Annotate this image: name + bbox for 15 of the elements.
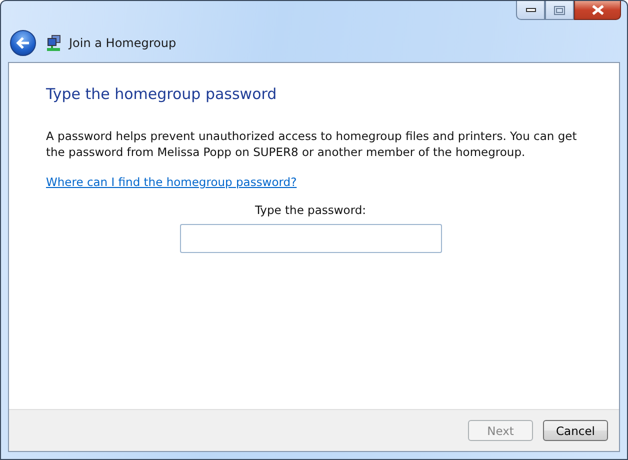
back-button[interactable] bbox=[10, 30, 36, 56]
close-icon bbox=[592, 5, 604, 15]
help-link[interactable]: Where can I find the homegroup password? bbox=[46, 175, 297, 189]
minimize-button[interactable] bbox=[516, 1, 545, 20]
password-field[interactable] bbox=[180, 224, 442, 253]
back-arrow-icon bbox=[16, 36, 30, 48]
cancel-button[interactable]: Cancel bbox=[543, 420, 608, 441]
page-heading: Type the homegroup password bbox=[46, 85, 278, 103]
window-title: Join a Homegroup bbox=[69, 36, 176, 50]
minimize-icon bbox=[526, 8, 536, 12]
password-label: Type the password: bbox=[254, 203, 366, 217]
close-button[interactable] bbox=[574, 1, 621, 20]
description-text: A password helps prevent unauthorized access to homegroup files and printers. You can get the password from Melissa Popp on SUPER8 or another member of the homegroup. bbox=[46, 128, 578, 160]
maximize-icon bbox=[554, 6, 565, 14]
homegroup-icon bbox=[47, 34, 63, 50]
